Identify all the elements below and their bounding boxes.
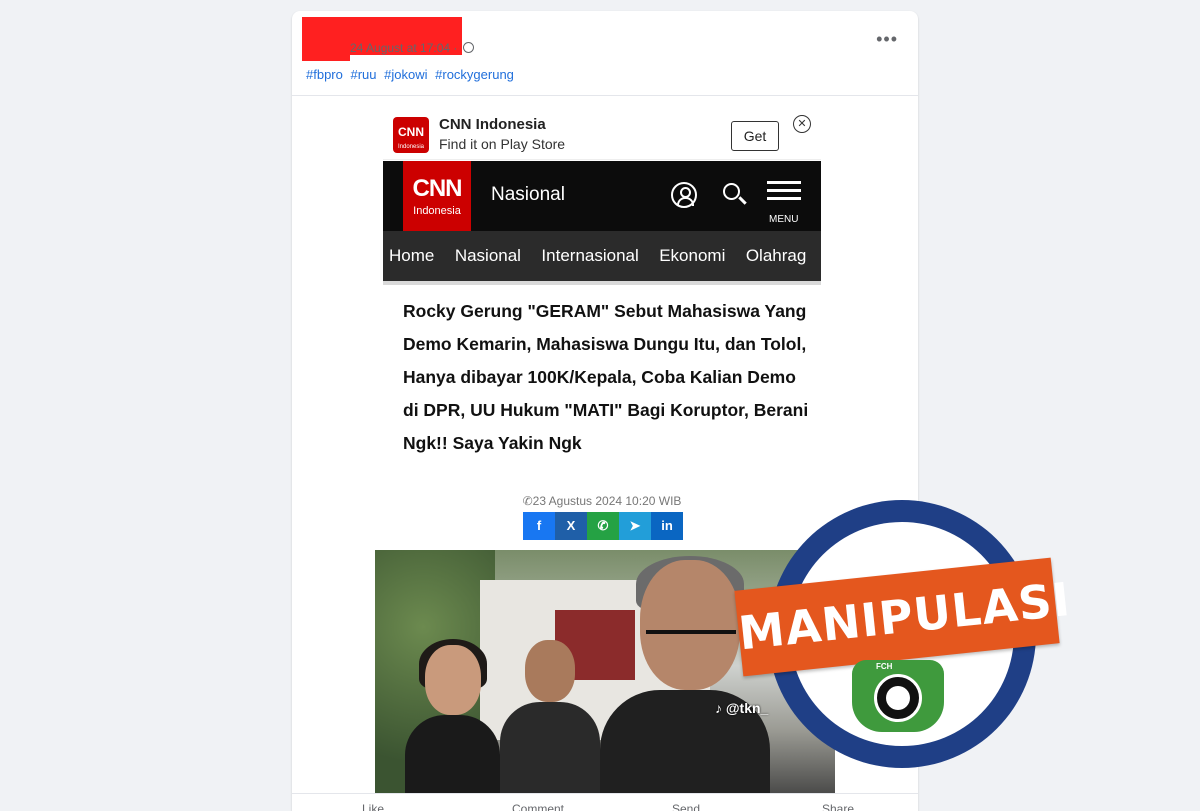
app-install-banner: CNN Indonesia CNN Indonesia Find it on P…	[383, 107, 821, 160]
hashtag-link[interactable]: #rockygerung	[435, 67, 514, 82]
facebook-share-icon[interactable]: f	[523, 512, 555, 540]
x-share-icon[interactable]: X	[555, 512, 587, 540]
article-headline: Rocky Gerung "GERAM" Sebut Mahasiswa Yan…	[403, 301, 809, 453]
hashtag-link[interactable]: #fbpro	[306, 67, 343, 82]
cnn-header: CNN Indonesia Nasional MENU	[383, 161, 821, 231]
whatsapp-share-icon[interactable]: ✆	[587, 512, 619, 540]
nav-tab-ekonomi[interactable]: Ekonomi	[659, 231, 725, 281]
cnn-logo-text: CNN	[412, 175, 463, 202]
globe-icon	[462, 42, 474, 53]
section-title: Nasional	[491, 184, 565, 205]
badge-seal-icon	[874, 674, 922, 722]
comment-button[interactable]: Comment	[512, 802, 564, 811]
phone-icon: ✆	[522, 494, 533, 508]
post-action-bar: Like Comment Send Share	[292, 793, 918, 811]
hashtag-link[interactable]: #ruu	[351, 67, 377, 82]
telegram-share-icon[interactable]: ➤	[619, 512, 651, 540]
redacted-avatar	[302, 17, 350, 61]
send-button[interactable]: Send	[672, 802, 700, 811]
tiktok-watermark: ♪ @tkn_	[715, 700, 769, 716]
hamburger-menu-icon[interactable]	[767, 181, 801, 205]
post-divider	[292, 95, 918, 96]
cnn-logo-sub: Indonesia	[413, 205, 461, 217]
post-meta: 24 August at 17:04 ·	[350, 41, 474, 55]
cnn-app-icon: CNN Indonesia	[393, 117, 429, 153]
nav-tab-internasional[interactable]: Internasional	[541, 231, 638, 281]
nav-tab-olahraga[interactable]: Olahrag	[746, 231, 806, 281]
cnn-app-icon-sub: Indonesia	[397, 144, 425, 150]
app-name: CNN Indonesia	[439, 116, 546, 133]
photo-person-man	[500, 640, 600, 807]
app-subtitle: Find it on Play Store	[439, 136, 566, 152]
nav-tab-nasional[interactable]: Nasional	[455, 231, 521, 281]
article-date-text: 23 Agustus 2024 10:20 WIB	[532, 494, 682, 508]
badge-tag: FCH	[876, 662, 893, 671]
post-hashtags: #fbpro #ruu #jokowi #rockygerung	[306, 67, 518, 82]
share-buttons: f X ✆ ➤ in	[523, 512, 683, 540]
cnn-logo[interactable]: CNN Indonesia	[403, 161, 471, 231]
photo-person-woman	[405, 639, 500, 807]
nav-tab-home[interactable]: Home	[389, 231, 434, 281]
more-options-icon[interactable]: •••	[876, 29, 898, 50]
cnn-app-icon-text: CNN	[398, 125, 424, 139]
fact-check-badge-icon: FCH	[852, 660, 944, 732]
user-icon[interactable]	[671, 182, 697, 208]
hashtag-link[interactable]: #jokowi	[384, 67, 427, 82]
share-button[interactable]: Share	[822, 802, 854, 811]
like-button[interactable]: Like	[362, 802, 384, 811]
menu-label: MENU	[769, 214, 799, 225]
category-nav: Home Nasional Internasional Ekonomi Olah…	[383, 231, 821, 285]
get-app-button[interactable]: Get	[731, 121, 779, 151]
linkedin-share-icon[interactable]: in	[651, 512, 683, 540]
close-icon[interactable]: ✕	[793, 115, 811, 133]
shared-screenshot[interactable]: CNN Indonesia CNN Indonesia Find it on P…	[375, 107, 835, 807]
post-timestamp[interactable]: 24 August at 17:04 ·	[350, 41, 457, 55]
search-icon[interactable]	[723, 183, 740, 200]
article-date: ✆23 Agustus 2024 10:20 WIB	[383, 494, 821, 508]
